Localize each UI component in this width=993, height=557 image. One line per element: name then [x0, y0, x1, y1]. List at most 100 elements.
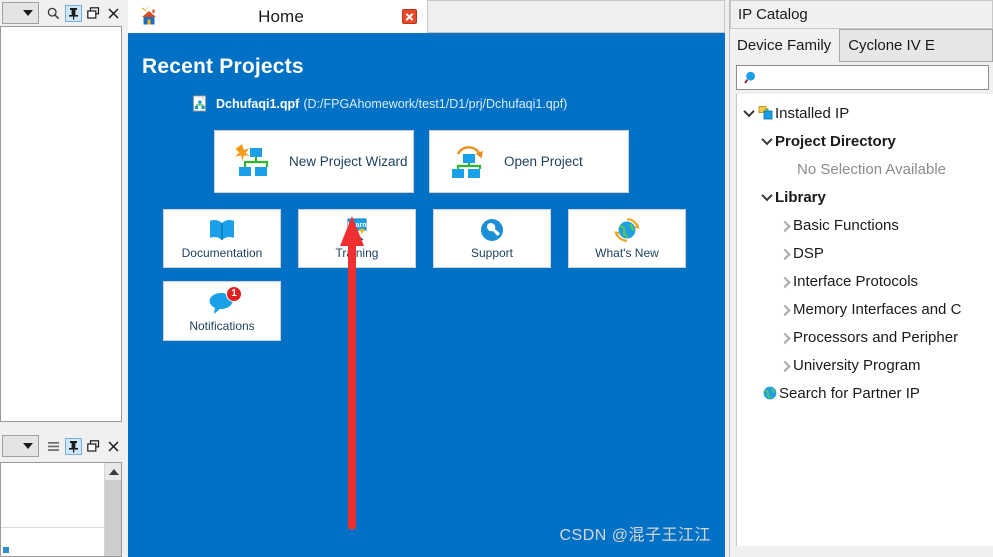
- tree-item-interface-protocols[interactable]: Interface Protocols: [737, 267, 993, 295]
- chevron-right-icon[interactable]: [777, 220, 793, 233]
- svg-text:Learn: Learn: [347, 222, 366, 229]
- whats-new-label: What's New: [595, 246, 659, 260]
- scrollbar-thumb[interactable]: [105, 480, 121, 556]
- left-bottom-dock-combo[interactable]: [2, 435, 39, 457]
- chevron-right-icon[interactable]: [777, 332, 793, 345]
- tab-home[interactable]: Home: [128, 0, 428, 33]
- open-project-button[interactable]: Open Project: [429, 130, 629, 193]
- application-window: Home Recent Projects Dchufaqi1.qpf (D:/F…: [0, 0, 993, 557]
- new-project-wizard-label: New Project Wizard: [289, 154, 408, 169]
- whats-new-button[interactable]: What's New: [568, 209, 686, 268]
- device-family-row: Device Family Cyclone IV E: [730, 29, 993, 62]
- tree-item-label: Project Directory: [775, 132, 896, 150]
- training-button[interactable]: Learn Training: [298, 209, 416, 268]
- pin-icon[interactable]: [65, 437, 82, 455]
- chevron-down-icon[interactable]: [759, 133, 775, 146]
- chevron-right-icon[interactable]: [777, 360, 793, 373]
- globe-icon: [761, 385, 779, 401]
- scroll-up-button[interactable]: [105, 463, 121, 480]
- notification-badge: 1: [226, 285, 242, 302]
- tree-item-basic-functions[interactable]: Basic Functions: [737, 211, 993, 239]
- recent-project-item[interactable]: Dchufaqi1.qpf (D:/FPGAhomework/test1/D1/…: [192, 95, 725, 112]
- left-top-dock-titlebar: [0, 0, 124, 26]
- left-top-dock-buttons: [41, 4, 122, 22]
- home-icon: [138, 6, 160, 28]
- tree-item-installed-ip[interactable]: Installed IP: [737, 99, 993, 127]
- close-icon[interactable]: [105, 5, 122, 22]
- close-icon[interactable]: [105, 438, 122, 455]
- pin-icon[interactable]: [65, 4, 82, 22]
- center-editor-area: Home Recent Projects Dchufaqi1.qpf (D:/F…: [128, 0, 725, 557]
- chevron-down-icon[interactable]: [741, 105, 757, 118]
- device-family-label: Device Family: [737, 37, 832, 54]
- documentation-label: Documentation: [181, 246, 263, 260]
- chevron-up-icon: [108, 468, 119, 475]
- training-label: Training: [335, 246, 379, 260]
- tree-item-dsp[interactable]: DSP: [737, 239, 993, 267]
- tab-strip: Home: [128, 0, 725, 33]
- open-project-icon: [448, 142, 490, 182]
- tree-item-label: University Program: [793, 356, 921, 374]
- wrench-icon: [477, 217, 507, 243]
- globe-refresh-icon: [612, 217, 642, 243]
- left-top-dock-combo[interactable]: [2, 2, 39, 24]
- left-top-dock-panel: [0, 0, 124, 424]
- tree-item-label: DSP: [793, 244, 824, 262]
- ip-catalog-tree[interactable]: Installed IP Project Directory No Select…: [736, 94, 993, 546]
- tree-item-label: Search for Partner IP: [779, 384, 920, 402]
- tree-item-memory-interfaces[interactable]: Memory Interfaces and C: [737, 295, 993, 323]
- new-project-wizard-button[interactable]: New Project Wizard: [214, 130, 414, 193]
- tree-item-university-program[interactable]: University Program: [737, 351, 993, 379]
- documentation-button[interactable]: Documentation: [163, 209, 281, 268]
- vertical-scrollbar[interactable]: [104, 463, 121, 556]
- chevron-down-icon[interactable]: [759, 189, 775, 202]
- ip-block-icon: [757, 105, 775, 121]
- tree-item-label: Interface Protocols: [793, 272, 919, 290]
- left-bottom-dock-titlebar: [0, 432, 124, 460]
- tree-item-project-directory[interactable]: Project Directory: [737, 127, 993, 155]
- list-divider: [1, 527, 104, 528]
- restore-icon[interactable]: [85, 5, 102, 22]
- training-board-icon: Learn: [342, 217, 372, 243]
- restore-icon[interactable]: [85, 438, 102, 455]
- primary-action-row: New Project Wizard Open Project: [214, 130, 725, 193]
- chevron-down-icon: [23, 10, 33, 16]
- chevron-down-icon: [23, 443, 33, 449]
- page-title: Recent Projects: [142, 55, 304, 78]
- tree-item-processors-peripherals[interactable]: Processors and Peripher: [737, 323, 993, 351]
- ip-search-field[interactable]: [736, 65, 989, 90]
- open-project-label: Open Project: [504, 154, 583, 169]
- tree-item-label: No Selection Available: [797, 160, 946, 178]
- new-project-wizard-icon: [233, 142, 275, 182]
- watermark: CSDN @混子王江江: [559, 527, 711, 544]
- support-button[interactable]: Support: [433, 209, 551, 268]
- ip-catalog-panel: IP Catalog Device Family Cyclone IV E In…: [729, 0, 993, 557]
- chevron-right-icon[interactable]: [777, 276, 793, 289]
- left-bottom-dock-buttons: [41, 437, 122, 455]
- notifications-button[interactable]: 1 Notifications: [163, 281, 281, 341]
- speech-bubble-icon: 1: [204, 285, 242, 316]
- recent-project-path: (D:/FPGAhomework/test1/D1/prj/Dchufaqi1.…: [303, 96, 568, 111]
- tree-item-label: Memory Interfaces and C: [793, 300, 962, 318]
- secondary-action-row: Documentation Learn Training Support Wha…: [163, 209, 725, 268]
- close-icon[interactable]: [402, 9, 417, 24]
- ip-catalog-title: IP Catalog: [730, 0, 993, 29]
- menu-icon[interactable]: [45, 438, 62, 455]
- project-file-icon: [192, 95, 209, 112]
- tree-item-search-partner-ip[interactable]: Search for Partner IP: [737, 379, 993, 407]
- left-bottom-dock-body: [0, 462, 122, 557]
- tree-item-label: Installed IP: [775, 104, 850, 122]
- tree-item-no-selection: No Selection Available: [737, 155, 993, 183]
- search-icon[interactable]: [45, 5, 62, 22]
- device-family-select[interactable]: Cyclone IV E: [839, 29, 993, 62]
- home-page: Recent Projects Dchufaqi1.qpf (D:/FPGAho…: [128, 33, 725, 557]
- tree-item-library[interactable]: Library: [737, 183, 993, 211]
- magnifier-icon: [744, 70, 760, 86]
- chevron-right-icon[interactable]: [777, 248, 793, 261]
- notifications-row: 1 Notifications: [163, 281, 725, 341]
- recent-project-name: Dchufaqi1.qpf: [216, 96, 300, 111]
- list-item-marker: [3, 547, 9, 553]
- chevron-right-icon[interactable]: [777, 304, 793, 317]
- tab-home-label: Home: [258, 6, 304, 26]
- left-top-dock-body: [0, 26, 122, 422]
